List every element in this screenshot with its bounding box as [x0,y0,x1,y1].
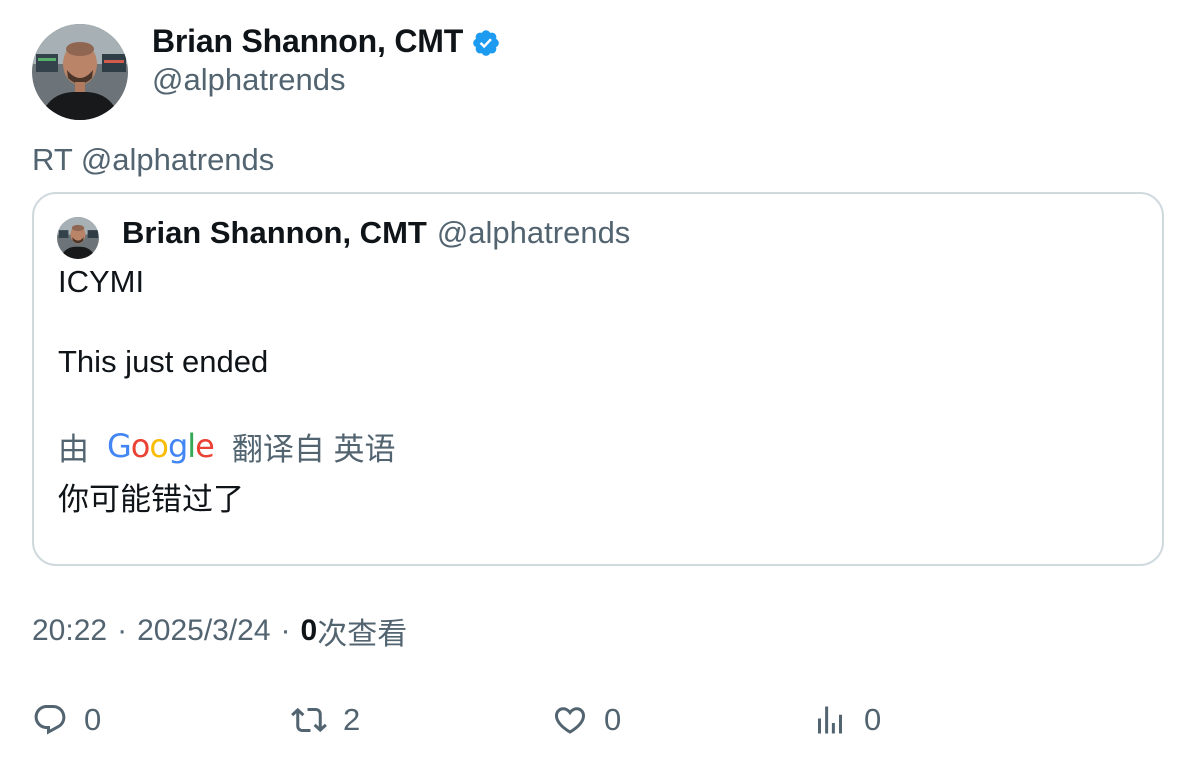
meta-separator: · [280,614,291,647]
analytics-button[interactable]: 0 [812,700,881,740]
analytics-count: 0 [864,702,882,737]
translation-attribution: 由 Google 翻译自 英语 [58,424,395,468]
quoted-author-avatar [57,217,99,259]
google-logo: Google [107,427,215,465]
avatar-photo [57,217,99,259]
heart-icon [554,707,586,734]
retweet-count: 2 [343,702,361,737]
reply-button[interactable]: 0 [32,700,101,740]
translated-text: 你可能错过了 [58,482,244,517]
translation-prefix: 由 [58,431,89,467]
author-avatar[interactable] [32,24,128,120]
quoted-author-row: Brian Shannon, CMT @alphatrends [122,213,630,253]
quoted-text-line-1: ICYMI [58,264,145,299]
verified-badge-icon[interactable] [471,28,501,58]
quoted-handle: @alphatrends [436,215,631,250]
reply-icon [34,705,66,735]
views-count: 0 [300,614,318,647]
quoted-text-line-2: This just ended [58,344,269,379]
tweet-date[interactable]: 2025/3/24 [137,614,270,648]
meta-separator: · [117,614,128,647]
avatar-photo [32,24,128,120]
tweet-time[interactable]: 20:22 [32,614,107,648]
retweet-button[interactable]: 2 [291,700,360,740]
tweet-meta: 20:22 · 2025/3/24 · 0 次查看 [32,611,407,651]
quoted-display-name: Brian Shannon, CMT [122,215,427,250]
author-name-row: Brian Shannon, CMT [152,20,501,62]
analytics-icon [818,706,842,734]
translation-suffix: 翻译自 英语 [231,431,396,467]
like-count: 0 [604,702,622,737]
views-label: 次查看 [317,618,408,651]
tweet-text: RT @alphatrends [32,142,275,177]
like-button[interactable]: 0 [552,700,621,740]
author-display-name[interactable]: Brian Shannon, CMT [152,23,463,60]
author-handle[interactable]: @alphatrends [152,62,345,98]
reply-count: 0 [84,702,102,737]
retweet-icon [291,707,327,733]
